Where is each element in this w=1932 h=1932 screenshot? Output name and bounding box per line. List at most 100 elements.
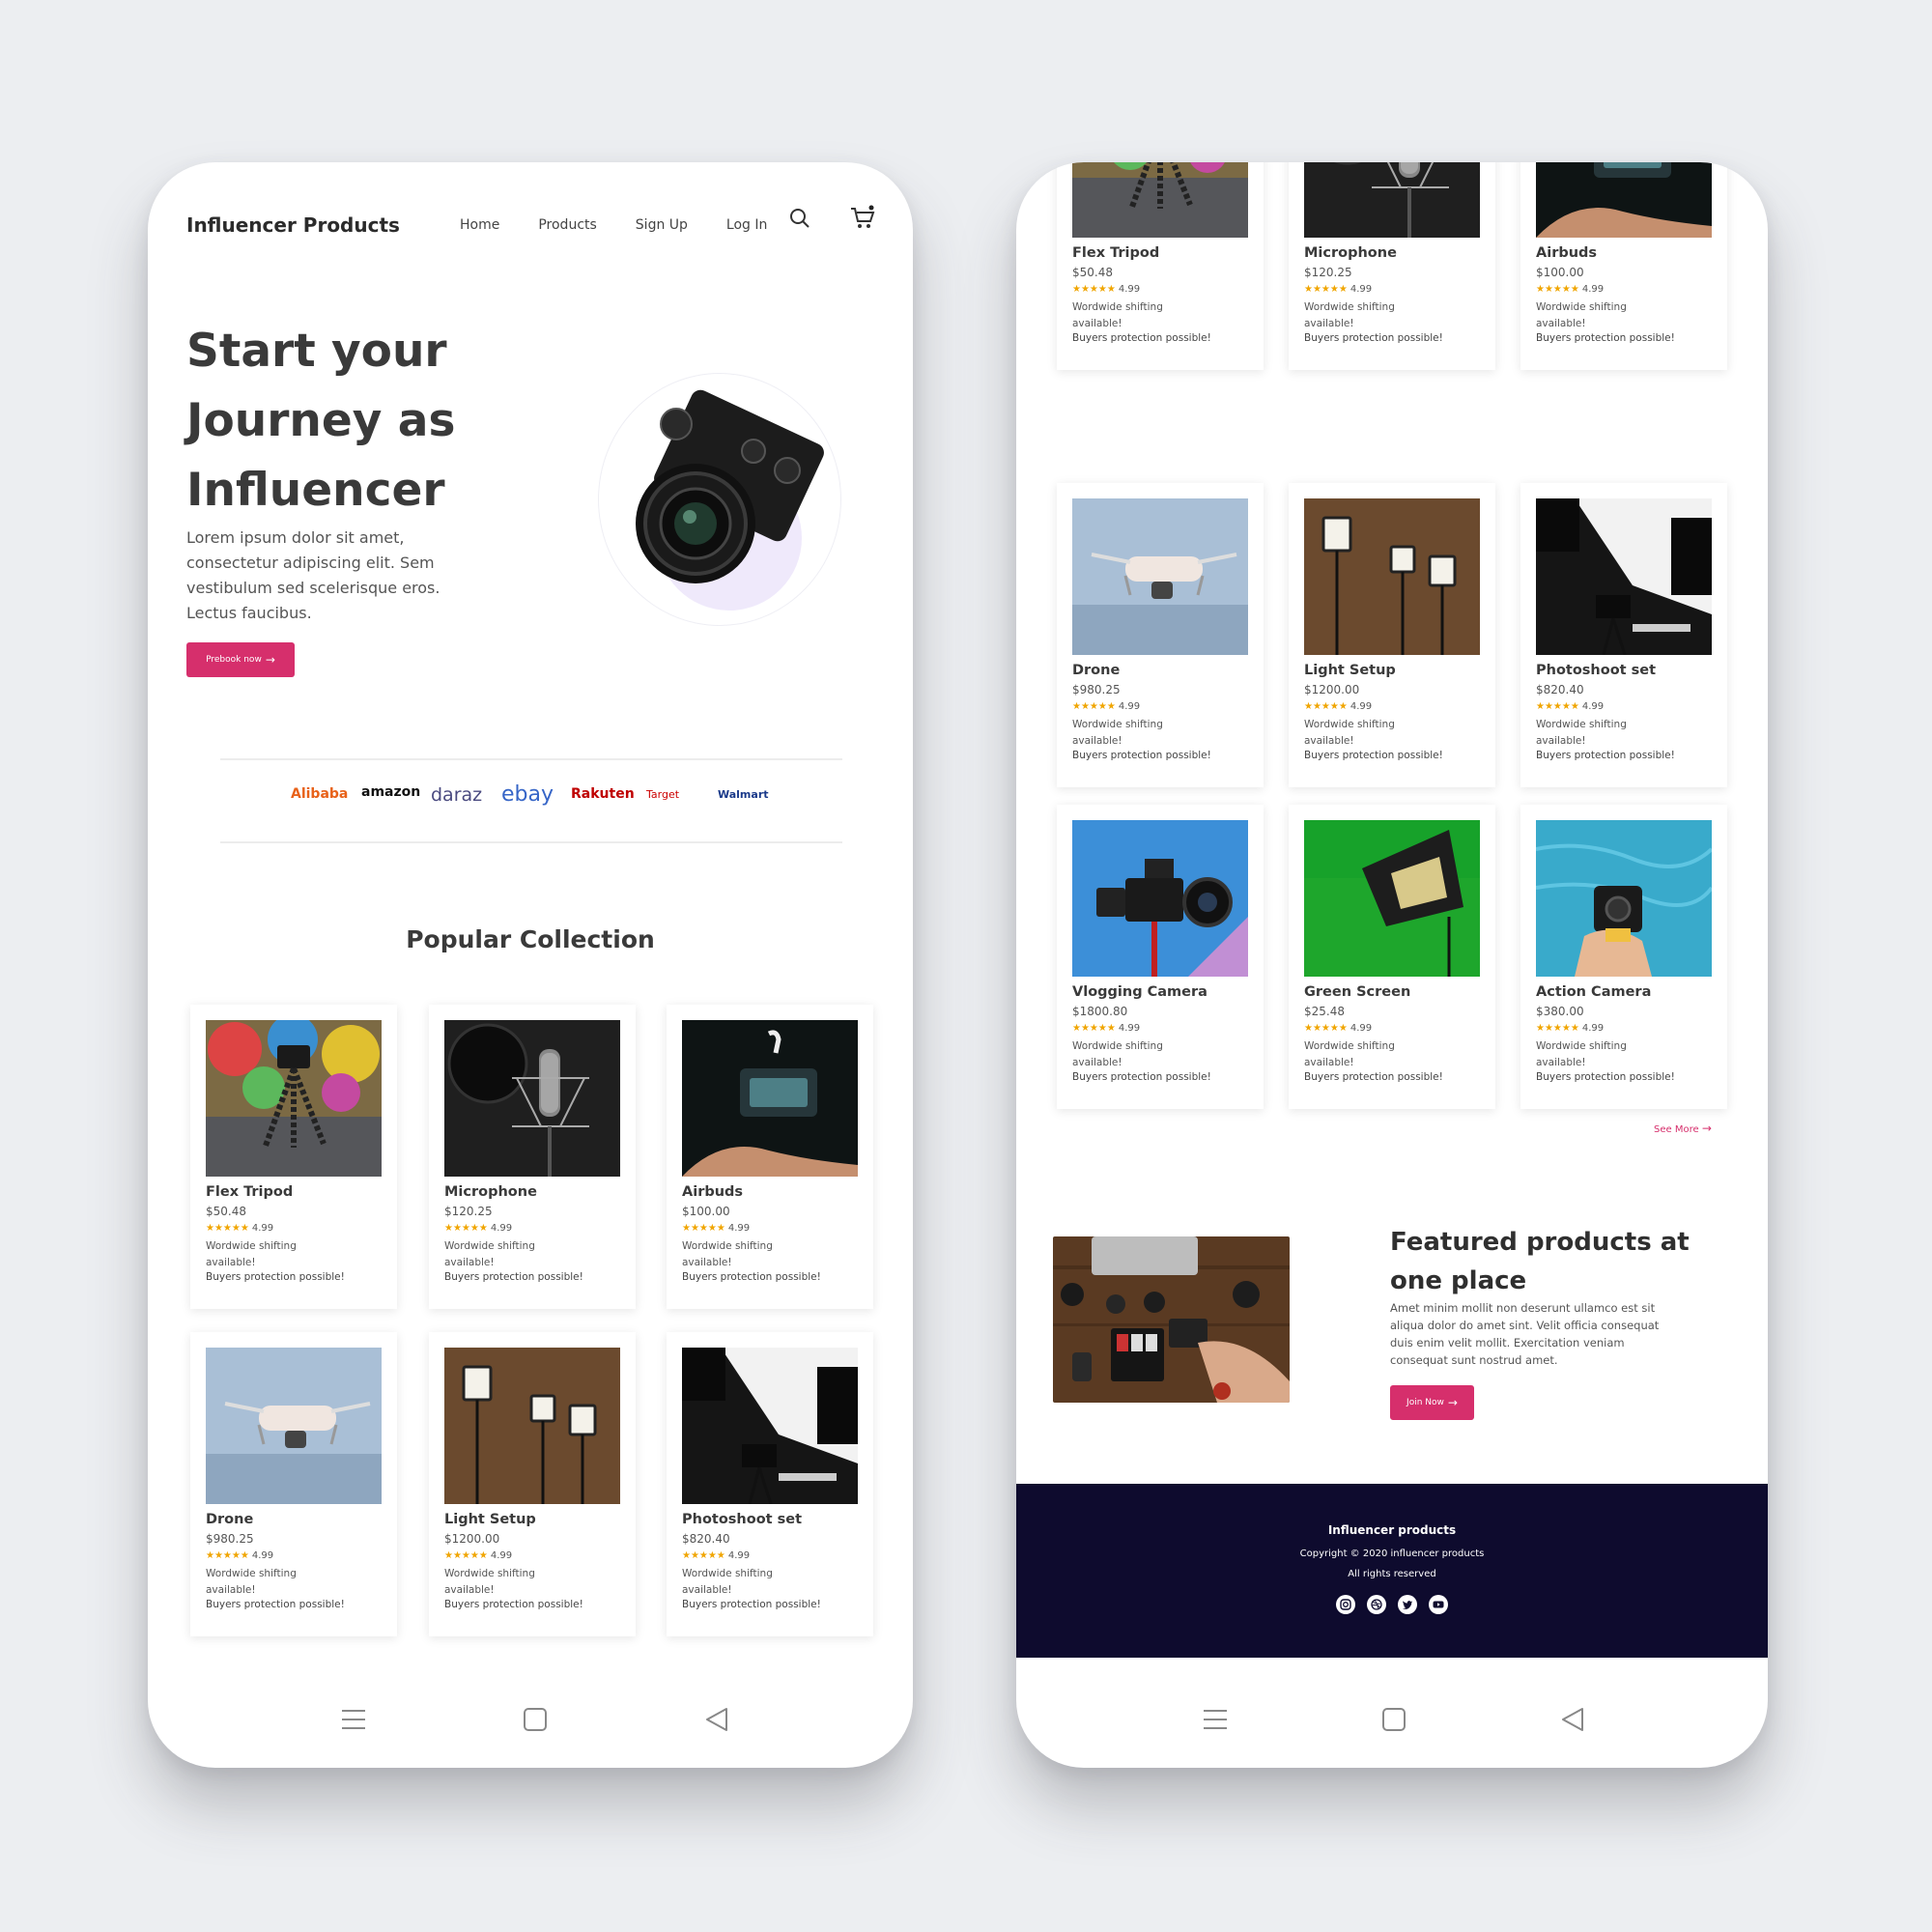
product-card[interactable]: Action Camera $380.00 ★★★★★ 4.99 Wordwide sh… [1520,805,1727,1109]
product-name[interactable]: Microphone [1304,245,1397,261]
product-name[interactable]: Action Camera [1536,984,1651,1000]
shipping-note: Wordwide shifting available! [1072,1040,1163,1068]
product-card[interactable]: Microphone $120.25 ★★★★★ 4.99 Wordwide shift… [429,1005,636,1309]
join-now-button[interactable]: Join Now → [1390,1385,1474,1420]
product-name[interactable]: Drone [1072,663,1120,678]
back-triangle-icon[interactable] [1559,1706,1586,1733]
dribbble-icon[interactable] [1367,1595,1386,1614]
product-name[interactable]: Flex Tripod [206,1184,293,1200]
rating-value: 4.99 [1118,1023,1141,1034]
instagram-icon[interactable] [1336,1595,1355,1614]
product-name[interactable]: Drone [206,1512,253,1527]
cart-icon[interactable] [849,205,876,232]
product-card[interactable]: Drone $980.25 ★★★★★ 4.99 Wordwide shifting a… [1057,483,1264,787]
protection-note: Buyers protection possible! [1536,332,1675,344]
product-image[interactable] [1072,162,1248,238]
product-image[interactable] [206,1348,382,1504]
rating-value: 4.99 [251,1223,274,1234]
product-image[interactable] [1536,162,1712,238]
protection-note: Buyers protection possible! [682,1271,821,1283]
protection-note: Buyers protection possible! [682,1599,821,1610]
hero-title-line: Journey as [186,394,456,447]
product-card[interactable]: Green Screen $25.48 ★★★★★ 4.99 Wordwide shif… [1289,805,1495,1109]
product-image[interactable] [1304,498,1480,655]
product-name[interactable]: Photoshoot set [1536,663,1656,678]
hero-image [598,373,841,626]
protection-note: Buyers protection possible! [1536,1071,1675,1083]
star-rating-icon: ★★★★★ [444,1223,488,1234]
menu-icon[interactable] [340,1706,367,1733]
product-image[interactable] [444,1348,620,1504]
product-rating: ★★★★★ 4.99 [206,1223,273,1234]
product-card[interactable]: Light Setup $1200.00 ★★★★★ 4.99 Wordwide shi… [1289,483,1495,787]
product-rating: ★★★★★ 4.99 [1536,284,1604,295]
product-image[interactable] [444,1020,620,1177]
product-name[interactable]: Airbuds [682,1184,743,1200]
product-image[interactable] [1072,820,1248,977]
product-image[interactable] [1304,162,1480,238]
product-name[interactable]: Light Setup [1304,663,1396,678]
product-image[interactable] [682,1348,858,1504]
product-price: $50.48 [1072,266,1113,279]
product-name[interactable]: Green Screen [1304,984,1410,1000]
search-icon[interactable] [789,208,810,229]
nav-home-link[interactable]: Home [460,217,499,233]
product-card[interactable]: Light Setup $1200.00 ★★★★★ 4.99 Wordwide shi… [429,1332,636,1636]
product-rating: ★★★★★ 4.99 [1304,701,1372,712]
product-card[interactable]: Microphone $120.25 ★★★★★ 4.99 Wordwide shift… [1289,162,1495,370]
arrow-right-icon: → [265,653,275,667]
footer: Influencer products Copyright © 2020 inf… [1016,1484,1768,1658]
product-name[interactable]: Microphone [444,1184,537,1200]
product-name[interactable]: Airbuds [1536,245,1597,261]
partner-logo-ebay: ebay [501,782,554,807]
product-card[interactable]: Airbuds $100.00 ★★★★★ 4.99 Wordwide shifting… [1520,162,1727,370]
prebook-button-label: Prebook now [206,655,262,665]
product-card[interactable]: Airbuds $100.00 ★★★★★ 4.99 Wordwide shifting… [667,1005,873,1309]
star-rating-icon: ★★★★★ [1536,284,1579,295]
product-rating: ★★★★★ 4.99 [206,1550,273,1561]
nav-signup-link[interactable]: Sign Up [636,217,688,233]
menu-icon[interactable] [1202,1706,1229,1733]
youtube-icon[interactable] [1429,1595,1448,1614]
product-card[interactable]: Flex Tripod $50.48 ★★★★★ 4.99 Wordwide shift… [190,1005,397,1309]
footer-rights: All rights reserved [1348,1569,1436,1579]
nav-links: Home Products Sign Up Log In [460,206,806,244]
product-image[interactable] [1304,820,1480,977]
product-name[interactable]: Flex Tripod [1072,245,1159,261]
product-card[interactable]: Photoshoot set $820.40 ★★★★★ 4.99 Wordwide s… [667,1332,873,1636]
star-rating-icon: ★★★★★ [1304,284,1348,295]
product-image[interactable] [1536,498,1712,655]
see-more-link[interactable]: See More → [1654,1122,1712,1135]
product-name[interactable]: Photoshoot set [682,1512,802,1527]
brand-logo[interactable]: Influencer Products [186,213,400,237]
product-image[interactable] [1072,498,1248,655]
home-square-icon[interactable] [1380,1706,1407,1733]
star-rating-icon: ★★★★★ [682,1223,725,1234]
partner-logo-daraz: daraz [431,784,483,806]
product-price: $980.25 [1072,683,1121,696]
twitter-icon[interactable] [1398,1595,1417,1614]
featured-description: Amet minim mollit non deserunt ullamco e… [1390,1301,1660,1367]
back-triangle-icon[interactable] [703,1706,730,1733]
nav-products-link[interactable]: Products [538,217,596,233]
rating-value: 4.99 [1350,284,1373,295]
product-image[interactable] [206,1020,382,1177]
home-square-icon[interactable] [522,1706,549,1733]
star-rating-icon: ★★★★★ [444,1550,488,1561]
product-card[interactable]: Vlogging Camera $1800.80 ★★★★★ 4.99 Wordwide… [1057,805,1264,1109]
product-card[interactable]: Flex Tripod $50.48 ★★★★★ 4.99 Wordwide shift… [1057,162,1264,370]
join-now-label: Join Now [1406,1398,1444,1407]
shipping-note: Wordwide shifting available! [1536,301,1627,329]
product-image[interactable] [1536,820,1712,977]
prebook-button[interactable]: Prebook now → [186,642,295,677]
product-card[interactable]: Photoshoot set $820.40 ★★★★★ 4.99 Wordwide s… [1520,483,1727,787]
product-rating: ★★★★★ 4.99 [1072,284,1140,295]
product-name[interactable]: Light Setup [444,1512,536,1527]
product-image[interactable] [682,1020,858,1177]
nav-login-link[interactable]: Log In [726,217,767,233]
product-card[interactable]: Drone $980.25 ★★★★★ 4.99 Wordwide shifting a… [190,1332,397,1636]
product-price: $1200.00 [1304,683,1360,696]
shipping-note: Wordwide shifting available! [682,1240,773,1268]
rating-value: 4.99 [1350,1023,1373,1034]
product-name[interactable]: Vlogging Camera [1072,984,1208,1000]
